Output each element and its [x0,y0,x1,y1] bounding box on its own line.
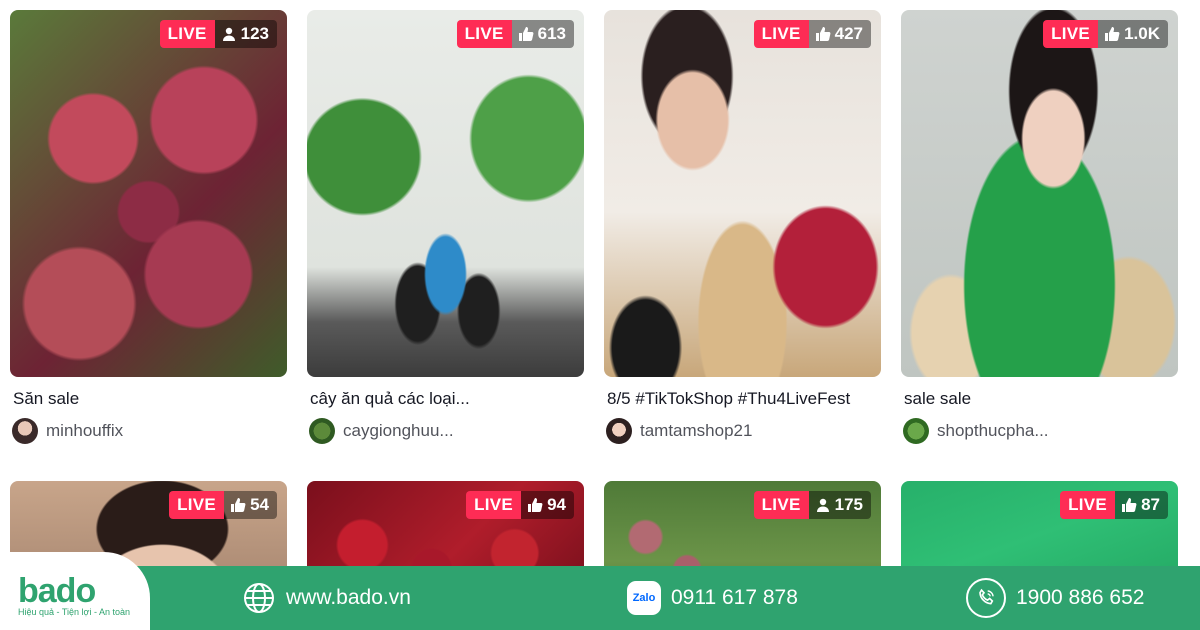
avatar[interactable] [606,418,632,444]
stream-author[interactable]: minhouffix [12,418,123,444]
live-label: LIVE [169,491,225,519]
phone-icon [966,578,1006,618]
like-count: 94 [521,491,574,519]
author-name[interactable]: caygionghuu... [343,421,454,441]
avatar[interactable] [309,418,335,444]
author-name[interactable]: minhouffix [46,421,123,441]
stream-title[interactable]: Săn sale [13,388,79,410]
author-name[interactable]: shopthucpha... [937,421,1049,441]
website-contact[interactable]: www.bado.vn [242,566,411,630]
live-badge: LIVE 175 [753,491,871,519]
like-icon [231,498,246,512]
like-icon [1105,27,1120,41]
live-badge: LIVE 613 [456,20,574,48]
live-label: LIVE [456,20,512,48]
like-count: 427 [808,20,871,48]
like-icon [815,27,831,41]
stream-title[interactable]: 8/5 #TikTokShop #Thu4LiveFest [607,388,850,410]
live-label: LIVE [753,20,809,48]
like-icon [1122,498,1137,512]
website-text[interactable]: www.bado.vn [286,586,411,610]
viewer-icon [222,27,235,41]
live-badge: LIVE 94 [466,491,574,519]
zalo-icon: Zalo [627,581,661,615]
stream-card[interactable]: LIVE 1.0K sale sale shopthucpha... [901,10,1178,450]
stream-card[interactable]: LIVE 427 8/5 #TikTokShop #Thu4LiveFest t… [604,10,881,450]
viewer-count: 175 [808,491,871,519]
stream-card[interactable]: LIVE 613 cây ăn quả các loại... caygiong… [307,10,584,450]
stream-author[interactable]: caygionghuu... [309,418,454,444]
stream-thumbnail[interactable]: LIVE 427 [604,10,881,377]
brand-logo[interactable]: bado [18,572,96,610]
viewer-count: 123 [214,20,277,48]
live-badge: LIVE 427 [753,20,871,48]
stream-thumbnail[interactable]: LIVE 123 [10,10,287,377]
stream-thumbnail[interactable]: LIVE 1.0K [901,10,1178,377]
stream-thumbnail[interactable]: LIVE 613 [307,10,584,377]
live-label: LIVE [159,20,215,48]
like-count: 54 [224,491,277,519]
live-badge: LIVE 123 [159,20,277,48]
live-label: LIVE [1060,491,1116,519]
stream-author[interactable]: tamtamshop21 [606,418,752,444]
like-count: 613 [511,20,574,48]
globe-icon [242,581,276,615]
zalo-contact[interactable]: Zalo 0911 617 878 [627,566,798,630]
live-label: LIVE [466,491,522,519]
like-count: 1.0K [1098,20,1168,48]
like-icon [518,27,534,41]
live-badge: LIVE 87 [1060,491,1168,519]
like-count: 87 [1115,491,1168,519]
stream-card[interactable]: LIVE 123 Săn sale minhouffix [10,10,287,450]
live-badge: LIVE 1.0K [1043,20,1168,48]
hotline-contact[interactable]: 1900 886 652 [966,566,1144,630]
author-name[interactable]: tamtamshop21 [640,421,752,441]
zalo-phone[interactable]: 0911 617 878 [671,586,798,610]
avatar[interactable] [12,418,38,444]
stream-author[interactable]: shopthucpha... [903,418,1049,444]
avatar[interactable] [903,418,929,444]
stream-title[interactable]: cây ăn quả các loại... [310,388,470,410]
brand-tagline: Hiệu quả - Tiện lợi - An toàn [18,607,130,617]
viewer-icon [816,498,829,512]
live-label: LIVE [753,491,809,519]
hotline-text[interactable]: 1900 886 652 [1016,586,1144,610]
like-icon [528,498,543,512]
live-label: LIVE [1043,20,1099,48]
live-badge: LIVE 54 [169,491,277,519]
stream-title[interactable]: sale sale [904,388,971,410]
